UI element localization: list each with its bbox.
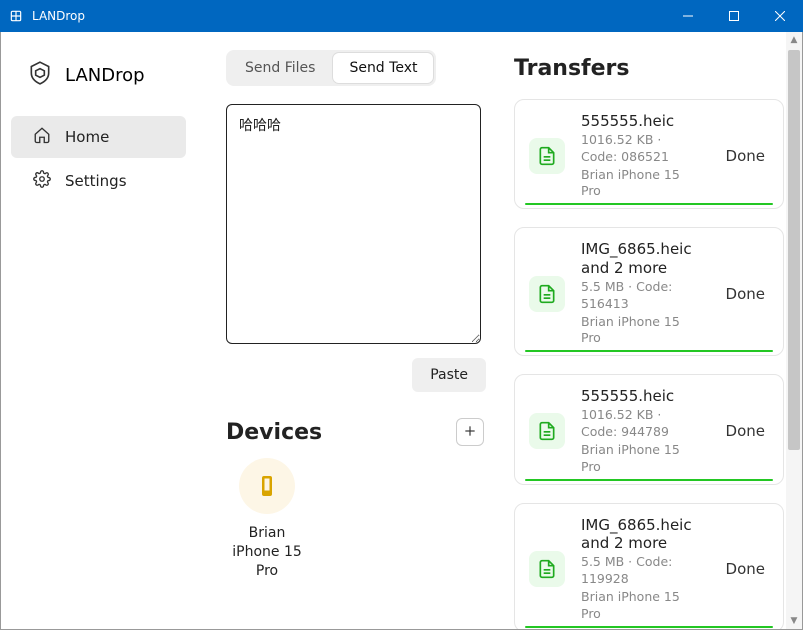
transfer-extra: and 2 more: [581, 259, 702, 278]
transfer-filename: 555555.heic: [581, 112, 702, 131]
transfer-progress-bar: [525, 626, 773, 628]
transfer-meta: 5.5 MB · Code: 119928: [581, 554, 702, 588]
file-icon: [529, 138, 565, 174]
transfer-filename: IMG_6865.heic: [581, 516, 702, 535]
home-icon: [33, 126, 51, 148]
brand: LANDrop: [1, 48, 196, 114]
scrollbar-thumb[interactable]: [788, 50, 800, 450]
nav-settings-label: Settings: [65, 172, 127, 190]
brand-icon: [27, 60, 53, 90]
close-button[interactable]: [757, 0, 803, 32]
scrollbar[interactable]: ▲ ▼: [786, 32, 802, 629]
maximize-button[interactable]: [711, 0, 757, 32]
transfer-card[interactable]: IMG_6865.heicand 2 more5.5 MB · Code: 51…: [514, 227, 784, 356]
transfer-progress-bar: [525, 479, 773, 481]
transfer-progress-bar: [525, 350, 773, 352]
nav-home[interactable]: Home: [11, 116, 186, 158]
phone-icon: [239, 458, 295, 514]
minimize-button[interactable]: [665, 0, 711, 32]
transfer-device: Brian iPhone 15 Pro: [581, 314, 702, 348]
brand-name: LANDrop: [65, 65, 145, 86]
file-icon: [529, 276, 565, 312]
scrollbar-down-icon[interactable]: ▼: [786, 613, 802, 629]
plus-icon: [463, 422, 477, 443]
window-title: LANDrop: [32, 9, 85, 23]
transfer-device: Brian iPhone 15 Pro: [581, 589, 702, 623]
transfer-meta: 1016.52 KB · Code: 086521: [581, 132, 702, 166]
device-name: Brian iPhone 15 Pro: [226, 524, 308, 581]
main: Send Files Send Text Paste Devices: [196, 32, 802, 629]
nav-settings[interactable]: Settings: [11, 160, 186, 202]
transfer-status: Done: [726, 422, 765, 440]
file-icon: [529, 551, 565, 587]
transfers-list: 555555.heic1016.52 KB · Code: 086521Bria…: [514, 99, 784, 629]
add-device-button[interactable]: [456, 418, 484, 446]
transfer-status: Done: [726, 560, 765, 578]
message-textarea[interactable]: [226, 104, 481, 344]
transfer-status: Done: [726, 285, 765, 303]
tab-send-text[interactable]: Send Text: [333, 53, 433, 83]
sidebar: LANDrop Home Settings: [1, 32, 196, 629]
transfer-status: Done: [726, 147, 765, 165]
device-item[interactable]: Brian iPhone 15 Pro: [226, 458, 308, 581]
transfer-progress-bar: [525, 203, 773, 205]
file-icon: [529, 413, 565, 449]
transfer-meta: 1016.52 KB · Code: 944789: [581, 407, 702, 441]
transfer-device: Brian iPhone 15 Pro: [581, 442, 702, 476]
transfer-filename: 555555.heic: [581, 387, 702, 406]
transfer-card[interactable]: IMG_6865.heicand 2 more5.5 MB · Code: 11…: [514, 503, 784, 630]
devices-heading: Devices: [226, 420, 322, 445]
transfer-device: Brian iPhone 15 Pro: [581, 167, 702, 201]
paste-button[interactable]: Paste: [412, 358, 486, 392]
transfer-card[interactable]: 555555.heic1016.52 KB · Code: 944789Bria…: [514, 374, 784, 484]
nav-home-label: Home: [65, 128, 109, 146]
send-tabs: Send Files Send Text: [226, 50, 436, 86]
transfer-meta: 5.5 MB · Code: 516413: [581, 279, 702, 313]
app-icon: [8, 8, 24, 24]
transfer-card[interactable]: 555555.heic1016.52 KB · Code: 086521Bria…: [514, 99, 784, 209]
transfers-heading: Transfers: [514, 56, 784, 81]
scrollbar-up-icon[interactable]: ▲: [786, 32, 802, 48]
gear-icon: [33, 170, 51, 192]
transfer-extra: and 2 more: [581, 534, 702, 553]
titlebar: LANDrop: [0, 0, 803, 32]
transfer-filename: IMG_6865.heic: [581, 240, 702, 259]
tab-send-files[interactable]: Send Files: [229, 53, 331, 83]
